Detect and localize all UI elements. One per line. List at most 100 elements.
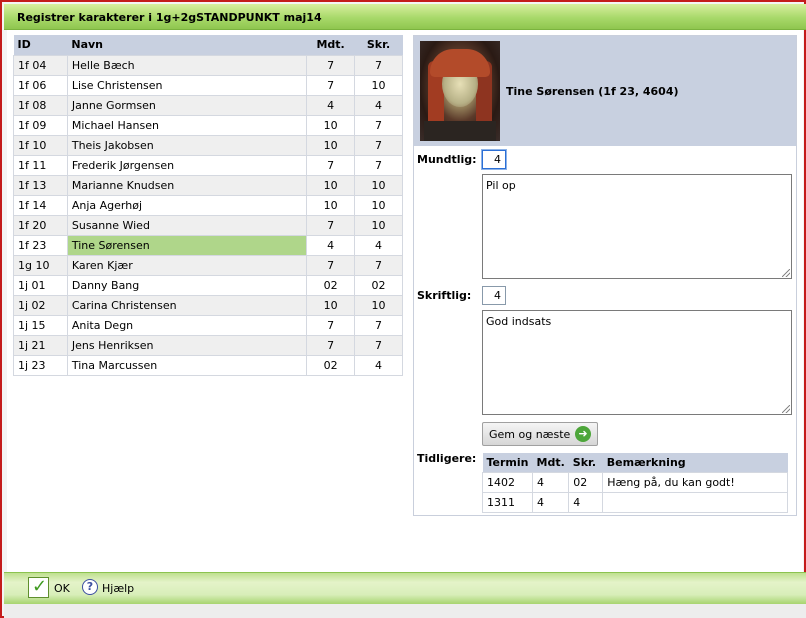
table-row[interactable]: 1f 14 Anja Agerhøj 10 10: [13, 194, 403, 216]
cell-mdt: 10: [306, 174, 356, 196]
written-grade-input[interactable]: 4: [482, 286, 506, 305]
grades-table: ID Navn Mdt. Skr. 1f 04 Helle Bæch 7 7 1f 06…: [13, 35, 403, 376]
cell-mdt: 7: [306, 154, 356, 176]
column-header-id[interactable]: ID: [13, 35, 68, 55]
cell-name: Danny Bang: [66, 274, 308, 296]
cell-id: 1j 15: [13, 314, 68, 336]
cell-mdt: 7: [306, 54, 356, 76]
dialog-content: ID Navn Mdt. Skr. 1f 04 Helle Bæch 7 7 1f 06…: [7, 30, 803, 572]
table-row[interactable]: 1j 15 Anita Degn 7 7: [13, 314, 403, 336]
cell-name: Susanne Wied: [66, 214, 308, 236]
cell-skr: 7: [354, 254, 403, 276]
cell-mdt: 10: [306, 114, 356, 136]
resize-handle[interactable]: [782, 269, 790, 277]
table-row[interactable]: 1f 10 Theis Jakobsen 10 7: [13, 134, 403, 156]
history-cell-term: 1402: [482, 471, 533, 493]
table-row[interactable]: 1f 04 Helle Bæch 7 7: [13, 54, 403, 76]
cell-skr: 7: [354, 114, 403, 136]
history-cell-skr: 02: [568, 471, 604, 493]
cell-skr: 10: [354, 174, 403, 196]
cell-id: 1f 04: [13, 54, 68, 76]
ok-label[interactable]: OK: [54, 582, 70, 595]
cell-name: Karen Kjær: [66, 254, 308, 276]
history-header-mdt: Mdt.: [532, 453, 569, 472]
cell-mdt: 4: [306, 94, 356, 116]
history-cell-term: 1311: [482, 491, 533, 513]
cell-mdt: 4: [306, 234, 356, 256]
oral-comment-textarea[interactable]: Pil op: [482, 174, 792, 279]
column-header-name[interactable]: Navn: [67, 35, 307, 55]
cell-skr: 4: [354, 94, 403, 116]
cell-name: Janne Gormsen: [66, 94, 308, 116]
table-row[interactable]: 1j 23 Tina Marcussen 02 4: [13, 354, 403, 376]
student-name: Tine Sørensen (1f 23, 4604): [506, 85, 679, 98]
cell-name: Anja Agerhøj: [66, 194, 308, 216]
cell-mdt: 10: [306, 194, 356, 216]
table-row[interactable]: 1j 21 Jens Henriksen 7 7: [13, 334, 403, 356]
cell-skr: 10: [354, 194, 403, 216]
written-comment-text: God indsats: [486, 315, 552, 328]
cell-mdt: 7: [306, 74, 356, 96]
cell-name: Marianne Knudsen: [66, 174, 308, 196]
cell-mdt: 02: [306, 354, 356, 376]
table-row[interactable]: 1f 09 Michael Hansen 10 7: [13, 114, 403, 136]
ok-button[interactable]: ✓: [28, 576, 49, 598]
cell-name: Tina Marcussen: [66, 354, 308, 376]
oral-comment-text: Pil op: [486, 179, 516, 192]
history-table: Termin Mdt. Skr. Bemærkning 1402 4 02 Hæng …: [482, 453, 788, 513]
cell-id: 1j 01: [13, 274, 68, 296]
table-row[interactable]: 1j 02 Carina Christensen 10 10: [13, 294, 403, 316]
cell-skr: 7: [354, 334, 403, 356]
written-label: Skriftlig:: [417, 289, 472, 302]
table-row[interactable]: 1f 13 Marianne Knudsen 10 10: [13, 174, 403, 196]
cell-skr: 02: [354, 274, 403, 296]
table-row[interactable]: 1f 23 Tine Sørensen 4 4: [13, 234, 403, 256]
table-row[interactable]: 1f 20 Susanne Wied 7 10: [13, 214, 403, 236]
cell-id: 1j 02: [13, 294, 68, 316]
cell-id: 1f 20: [13, 214, 68, 236]
history-cell-mdt: 4: [531, 491, 570, 513]
cell-mdt: 7: [306, 214, 356, 236]
column-header-mdt[interactable]: Mdt.: [306, 35, 355, 55]
cell-mdt: 02: [306, 274, 356, 296]
cell-id: 1f 14: [13, 194, 68, 216]
table-row[interactable]: 1f 11 Frederik Jørgensen 7 7: [13, 154, 403, 176]
table-row[interactable]: 1f 06 Lise Christensen 7 10: [13, 74, 403, 96]
table-row[interactable]: 1j 01 Danny Bang 02 02: [13, 274, 403, 296]
history-header-note: Bemærkning: [602, 453, 788, 472]
status-strip: [4, 604, 806, 618]
history-cell-note: [602, 491, 788, 513]
history-label: Tidligere:: [417, 452, 477, 465]
cell-mdt: 10: [306, 134, 356, 156]
cell-id: 1f 09: [13, 114, 68, 136]
table-row[interactable]: 1g 10 Karen Kjær 7 7: [13, 254, 403, 276]
cell-name: Helle Bæch: [66, 54, 308, 76]
help-icon[interactable]: ?: [82, 579, 98, 595]
title-bar: Registrer karakterer i 1g+2gSTANDPUNKT m…: [4, 4, 806, 30]
history-header-term: Termin: [482, 453, 533, 472]
cell-name: Michael Hansen: [66, 114, 308, 136]
history-header-skr: Skr.: [568, 453, 603, 472]
cell-skr: 7: [354, 54, 403, 76]
cell-skr: 7: [354, 314, 403, 336]
written-comment-textarea[interactable]: God indsats: [482, 310, 792, 415]
help-label[interactable]: Hjælp: [102, 582, 134, 595]
grades-header-row: ID Navn Mdt. Skr.: [13, 35, 403, 55]
save-next-button[interactable]: Gem og næste ➜: [482, 422, 598, 446]
cell-id: 1f 10: [13, 134, 68, 156]
checkmark-icon: ✓: [32, 576, 48, 597]
cell-skr: 4: [354, 354, 403, 376]
cell-skr: 10: [354, 294, 403, 316]
resize-handle[interactable]: [782, 405, 790, 413]
cell-id: 1f 11: [13, 154, 68, 176]
cell-id: 1j 23: [13, 354, 68, 376]
cell-id: 1j 21: [13, 334, 68, 356]
oral-grade-input[interactable]: 4: [482, 150, 506, 169]
cell-mdt: 10: [306, 294, 356, 316]
table-row[interactable]: 1f 08 Janne Gormsen 4 4: [13, 94, 403, 116]
cell-name: Jens Henriksen: [66, 334, 308, 356]
column-header-skr[interactable]: Skr.: [354, 35, 403, 55]
history-header-row: Termin Mdt. Skr. Bemærkning: [482, 453, 788, 472]
cell-name: Frederik Jørgensen: [66, 154, 308, 176]
arrow-right-icon: ➜: [575, 426, 591, 442]
